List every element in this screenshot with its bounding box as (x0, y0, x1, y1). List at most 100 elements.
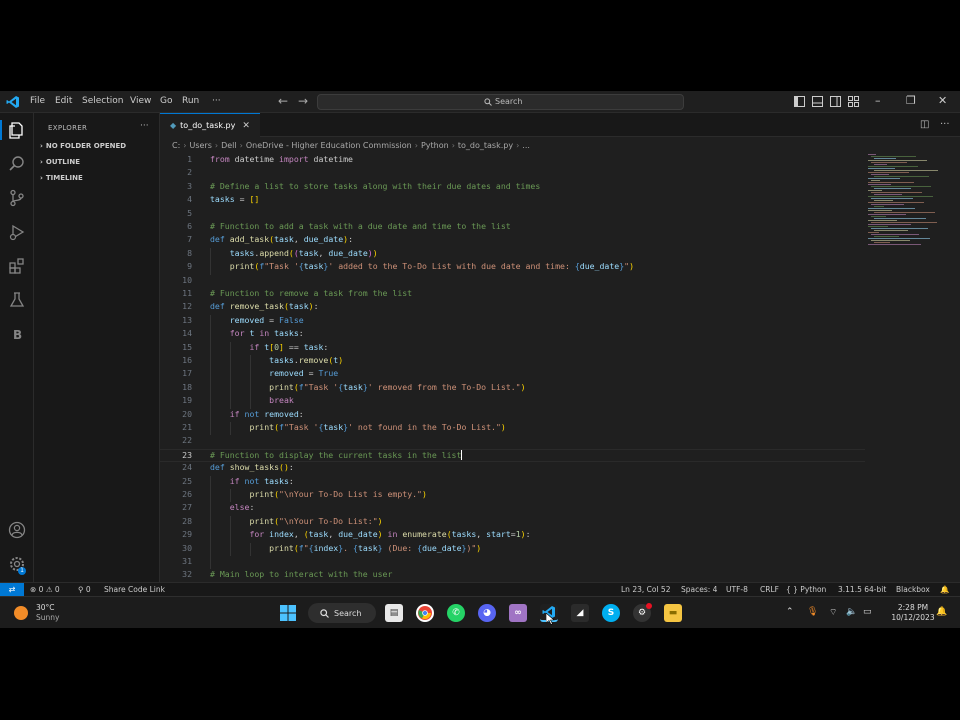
code-line[interactable]: 10 (160, 275, 865, 288)
code-line[interactable]: 25 if not tasks: (160, 476, 865, 489)
indentation[interactable]: Spaces: 4 (681, 585, 717, 594)
code-line[interactable]: 23 # Function to display the current task… (160, 448, 865, 463)
code-line[interactable]: 26 print("\nYour To-Do List is empty.") (160, 489, 865, 502)
show-hidden-icons-icon[interactable]: ⌃ (786, 607, 794, 617)
discord-app-icon[interactable]: ◕ (478, 604, 496, 622)
code-line[interactable]: 29 for index, (task, due_date) in enumer… (160, 529, 865, 542)
end-of-line[interactable]: CRLF (760, 585, 779, 594)
notifications-bell-icon[interactable]: 🔔 (940, 585, 949, 594)
code-line[interactable]: 27 else: (160, 502, 865, 515)
breadcrumb-item[interactable]: C: (172, 141, 180, 150)
code-line[interactable]: 13 removed = False (160, 315, 865, 328)
code-line[interactable]: 18 print(f"Task '{task}' removed from th… (160, 382, 865, 395)
visual-studio-app-icon[interactable]: ∞ (509, 604, 527, 622)
microphone-icon[interactable]: 🎙 (807, 607, 818, 617)
blackbox-icon[interactable]: B (8, 325, 26, 343)
code-editor[interactable]: 1 from datetime import datetime 2 3 # Define… (160, 154, 865, 582)
customize-layout-icon[interactable] (848, 96, 859, 107)
menu-selection[interactable]: Selection (82, 96, 123, 106)
menu-file[interactable]: File (30, 96, 45, 106)
code-line[interactable]: 22 (160, 435, 865, 448)
breadcrumb-item[interactable]: Users (189, 141, 211, 150)
toggle-panel-icon[interactable] (812, 96, 823, 107)
code-line[interactable]: 30 print(f"{index}. {task} (Due: {due_da… (160, 543, 865, 556)
code-line[interactable]: 4 tasks = [] (160, 194, 865, 207)
menu-more[interactable]: ··· (212, 96, 221, 106)
ports-indicator[interactable]: ⚲ 0 (78, 585, 91, 594)
weather-sun-icon[interactable] (14, 606, 28, 620)
code-line[interactable]: 6 # Function to add a task with a due dat… (160, 221, 865, 234)
code-line[interactable]: 12 def remove_task(task): (160, 301, 865, 314)
share-code-link[interactable]: Share Code Link (104, 585, 165, 594)
code-line[interactable]: 15 if t[0] == task: (160, 342, 865, 355)
code-line[interactable]: 32 # Main loop to interact with the user (160, 569, 865, 582)
volume-icon[interactable]: 🔈 (846, 607, 857, 617)
weather-desc[interactable]: Sunny (36, 613, 59, 622)
clock-date[interactable]: 10/12/2023 (888, 613, 938, 622)
blackbox-status[interactable]: Blackbox (896, 585, 930, 594)
store-app-icon[interactable]: ▤ (385, 604, 403, 622)
skype-app-icon[interactable]: S (602, 604, 620, 622)
minimize-icon[interactable]: – (875, 94, 881, 107)
breadcrumb-item[interactable]: OneDrive - Higher Education Commission (246, 141, 412, 150)
code-line[interactable]: 5 (160, 208, 865, 221)
sidebar-more-icon[interactable]: ··· (140, 121, 149, 131)
battery-icon[interactable]: ▭ (863, 607, 872, 617)
editor-more-icon[interactable]: ··· (940, 119, 950, 130)
code-line[interactable]: 28 print("\nYour To-Do List:") (160, 516, 865, 529)
command-center-search[interactable]: Search (317, 94, 684, 110)
code-line[interactable]: 3 # Define a list to store tasks along wi… (160, 181, 865, 194)
back-arrow-icon[interactable]: ← (278, 94, 288, 108)
code-line[interactable]: 19 break (160, 395, 865, 408)
run-debug-icon[interactable] (8, 223, 26, 241)
breadcrumb-item[interactable]: ... (522, 141, 530, 150)
whatsapp-app-icon[interactable]: ✆ (447, 604, 465, 622)
minimap[interactable] (868, 154, 948, 254)
code-line[interactable]: 1 from datetime import datetime (160, 154, 865, 167)
problems-indicator[interactable]: ⊗ 0 ⚠ 0 (30, 585, 60, 594)
clock-time[interactable]: 2:28 PM (888, 603, 938, 612)
search-icon[interactable] (8, 155, 26, 173)
menu-edit[interactable]: Edit (55, 96, 72, 106)
restore-icon[interactable]: ❐ (906, 94, 916, 107)
taskbar-search[interactable]: Search (308, 603, 376, 623)
code-line[interactable]: 31 (160, 556, 865, 569)
code-line[interactable]: 11 # Function to remove a task from the l… (160, 288, 865, 301)
code-line[interactable]: 9 print(f"Task '{task}' added to the To-… (160, 261, 865, 274)
windows-start-icon[interactable] (280, 605, 296, 621)
chrome-app-icon[interactable] (416, 604, 434, 622)
close-window-icon[interactable]: ✕ (938, 94, 947, 107)
code-line[interactable]: 17 removed = True (160, 368, 865, 381)
encoding[interactable]: UTF-8 (726, 585, 748, 594)
account-icon[interactable] (8, 521, 26, 539)
code-line[interactable]: 20 if not removed: (160, 409, 865, 422)
breadcrumb-item[interactable]: Dell (221, 141, 237, 150)
code-line[interactable]: 2 (160, 167, 865, 180)
split-editor-icon[interactable]: ◫ (920, 119, 929, 130)
forward-arrow-icon[interactable]: → (298, 94, 308, 108)
toggle-secondary-sidebar-icon[interactable] (830, 96, 841, 107)
menu-run[interactable]: Run (182, 96, 199, 106)
wifi-icon[interactable]: ⌔ (829, 607, 837, 618)
section-timeline[interactable]: › TIMELINE (40, 174, 83, 182)
tab-close-icon[interactable]: ✕ (242, 121, 250, 131)
menu-go[interactable]: Go (160, 96, 172, 106)
cursor-position[interactable]: Ln 23, Col 52 (621, 585, 670, 594)
section-no-folder[interactable]: › NO FOLDER OPENED (40, 142, 126, 150)
source-control-icon[interactable] (8, 189, 26, 207)
breadcrumb-item[interactable]: Python (421, 141, 449, 150)
code-line[interactable]: 24 def show_tasks(): (160, 462, 865, 475)
breadcrumb-item[interactable]: to_do_task.py (458, 141, 513, 150)
weather-temp[interactable]: 30°C (36, 603, 55, 612)
notification-bell-icon[interactable]: 🔔 (936, 607, 947, 617)
language-mode[interactable]: { } Python (786, 585, 826, 594)
file-explorer-app-icon[interactable]: ▬ (664, 604, 682, 622)
remote-indicator-icon[interactable]: ⇄ (0, 583, 24, 597)
testing-flask-icon[interactable] (8, 291, 26, 309)
menu-view[interactable]: View (130, 96, 151, 106)
terminal-app-icon[interactable]: ◢ (571, 604, 589, 622)
code-line[interactable]: 7 def add_task(task, due_date): (160, 234, 865, 247)
explorer-icon[interactable] (8, 121, 26, 139)
toggle-primary-sidebar-icon[interactable] (794, 96, 805, 107)
code-line[interactable]: 8 tasks.append((task, due_date)) (160, 248, 865, 261)
